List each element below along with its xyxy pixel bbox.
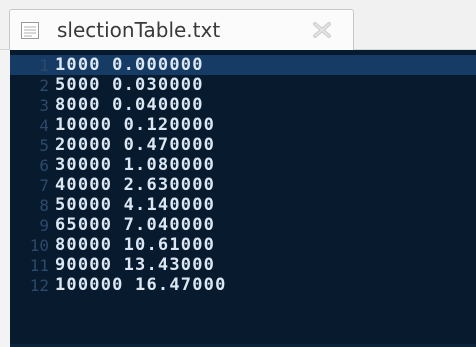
editor-line[interactable]: 6 30000 1.080000: [10, 155, 476, 175]
text-editor-window: slectionTable.txt 1 1000 0.000000 2 5000 0.…: [0, 0, 476, 347]
text-file-icon: [21, 22, 39, 39]
line-text: 40000 2.630000: [55, 175, 216, 195]
line-text: 50000 4.140000: [55, 195, 216, 215]
line-text: 90000 13.43000: [55, 255, 216, 275]
tab-file[interactable]: slectionTable.txt: [9, 9, 354, 50]
line-number: 12: [29, 275, 49, 295]
editor-line[interactable]: 1 1000 0.000000: [10, 55, 476, 75]
line-number: 7: [39, 175, 49, 195]
line-number: 10: [29, 235, 49, 255]
editor-line[interactable]: 12 100000 16.47000: [10, 275, 476, 295]
editor-line[interactable]: 7 40000 2.630000: [10, 175, 476, 195]
close-icon[interactable]: [310, 21, 334, 39]
editor-line[interactable]: 11 90000 13.43000: [10, 255, 476, 275]
editor-line[interactable]: 4 10000 0.120000: [10, 115, 476, 135]
line-text: 30000 1.080000: [55, 155, 216, 175]
line-text: 1000 0.000000: [55, 55, 204, 75]
editor-line[interactable]: 2 5000 0.030000: [10, 75, 476, 95]
line-text: 5000 0.030000: [55, 75, 204, 95]
line-text: 8000 0.040000: [55, 95, 204, 115]
line-number: 4: [39, 115, 49, 135]
editor-line[interactable]: 10 80000 10.61000: [10, 235, 476, 255]
editor-lines: 1 1000 0.000000 2 5000 0.030000 3 8000 0.0400…: [10, 55, 476, 295]
line-number: 9: [39, 215, 49, 235]
editor-line[interactable]: 8 50000 4.140000: [10, 195, 476, 215]
line-number: 2: [39, 75, 49, 95]
line-text: 80000 10.61000: [55, 235, 216, 255]
line-text: 100000 16.47000: [55, 275, 227, 295]
editor-line[interactable]: 5 20000 0.470000: [10, 135, 476, 155]
tab-bar: slectionTable.txt: [0, 0, 476, 50]
line-number: 8: [39, 195, 49, 215]
line-number: 11: [29, 255, 49, 275]
line-text: 20000 0.470000: [55, 135, 216, 155]
line-number: 5: [39, 135, 49, 155]
line-number: 6: [39, 155, 49, 175]
editor-line[interactable]: 3 8000 0.040000: [10, 95, 476, 115]
line-number: 1: [39, 55, 49, 75]
line-number: 3: [39, 95, 49, 115]
line-text: 10000 0.120000: [55, 115, 216, 135]
editor-text-area[interactable]: 1 1000 0.000000 2 5000 0.030000 3 8000 0.0400…: [10, 50, 476, 347]
line-text: 65000 7.040000: [55, 215, 216, 235]
editor-line[interactable]: 9 65000 7.040000: [10, 215, 476, 235]
tab-title: slectionTable.txt: [57, 18, 221, 42]
